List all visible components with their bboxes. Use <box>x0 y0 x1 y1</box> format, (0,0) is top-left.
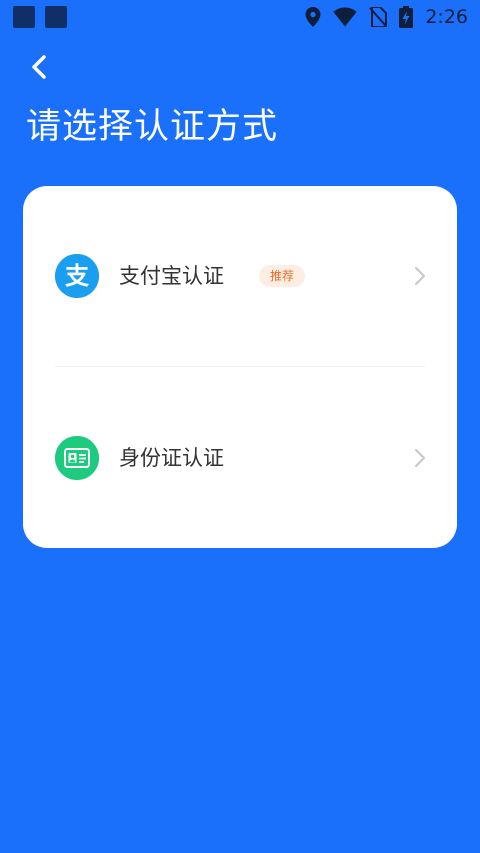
chevron-right-icon <box>414 448 426 468</box>
alipay-icon: 支 <box>55 254 99 298</box>
chevron-left-icon <box>32 55 46 79</box>
wifi-icon <box>333 7 358 27</box>
notification-square-icon <box>13 6 35 28</box>
back-button[interactable] <box>22 50 56 84</box>
battery-charging-icon <box>399 6 414 28</box>
divider <box>55 366 425 367</box>
status-time: 2:26 <box>425 6 468 28</box>
page-title: 请选择认证方式 <box>26 107 279 147</box>
option-label: 支付宝认证 <box>119 264 224 288</box>
option-alipay-auth[interactable]: 支 支付宝认证 推荐 <box>23 216 457 336</box>
alipay-logo: 支 <box>55 254 99 298</box>
option-label: 身份证认证 <box>119 446 224 470</box>
chevron-right-icon <box>414 266 426 286</box>
status-icons: 2:26 <box>305 4 468 30</box>
location-icon <box>305 7 321 27</box>
auth-options-card: 支 支付宝认证 推荐 身份证认证 <box>23 186 457 548</box>
id-card-icon <box>55 436 99 480</box>
recommended-badge: 推荐 <box>259 265 306 287</box>
alipay-glyph: 支 <box>65 262 90 290</box>
no-sim-icon <box>369 7 388 27</box>
notification-square-icon <box>45 6 67 28</box>
option-id-card-auth[interactable]: 身份证认证 <box>23 398 457 518</box>
status-bar: 2:26 <box>0 0 480 34</box>
